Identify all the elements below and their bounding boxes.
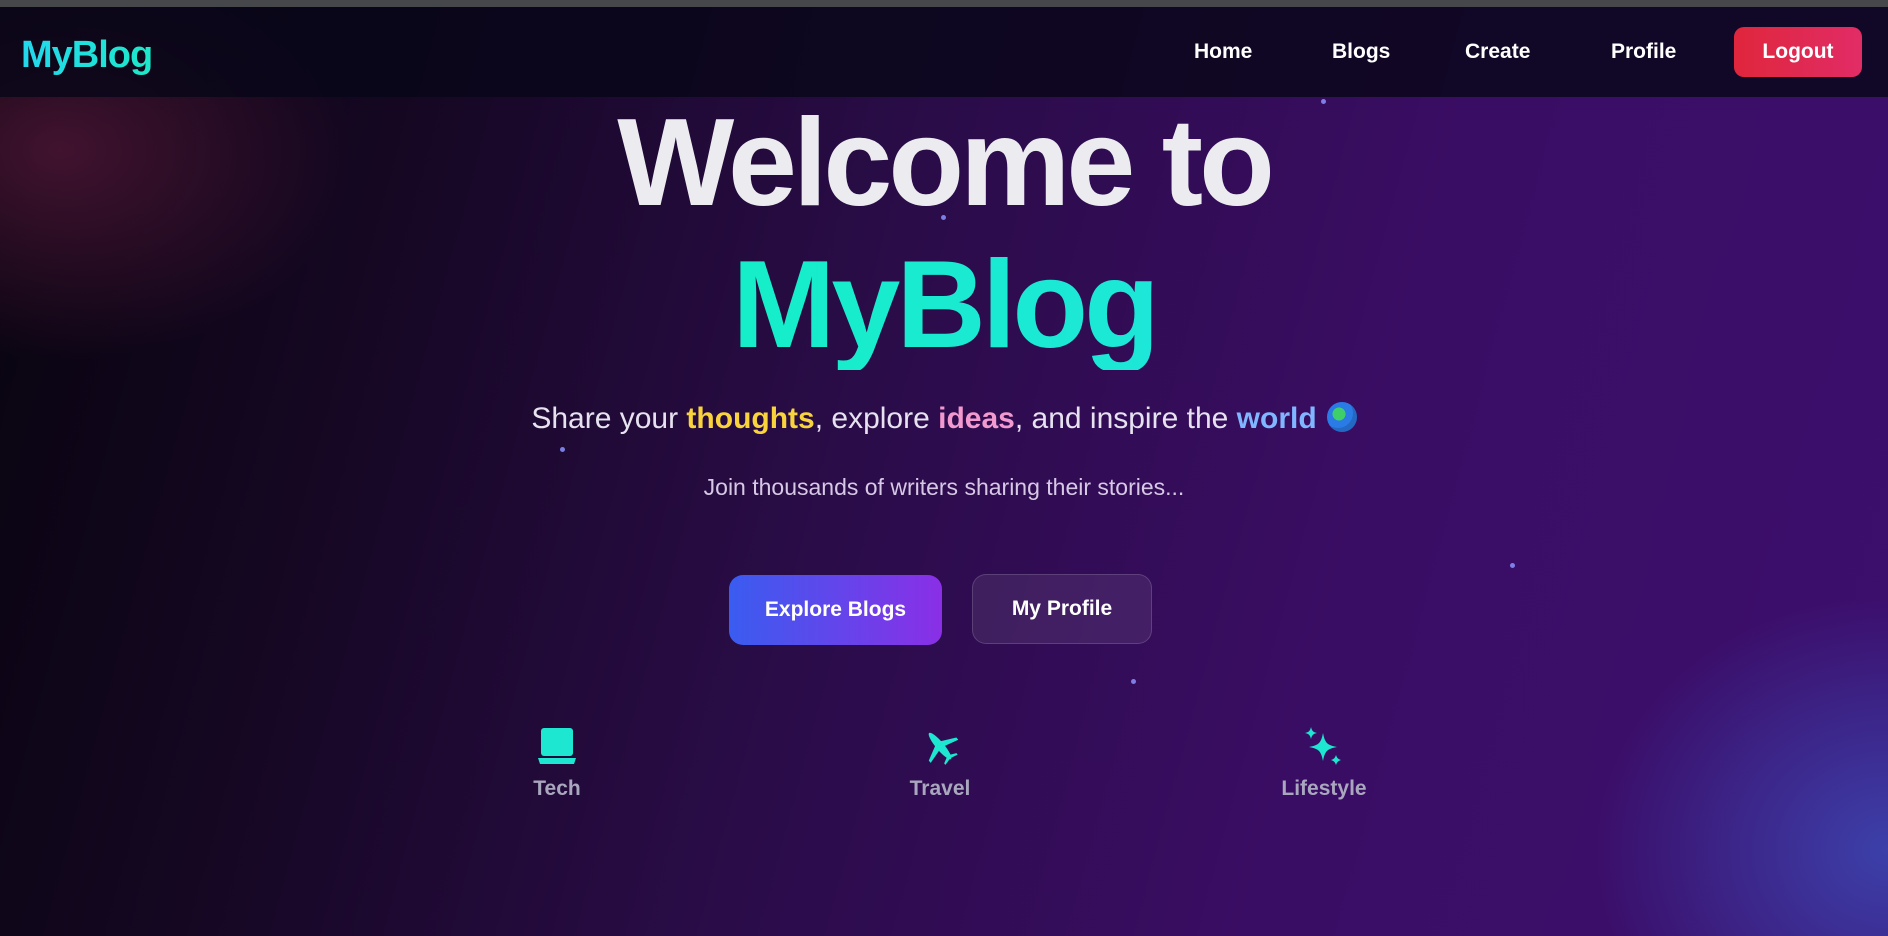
category-tech[interactable]: Tech <box>477 725 637 801</box>
hero-subtitle: Join thousands of writers sharing their … <box>703 474 1185 500</box>
window-top-strip <box>0 0 1888 7</box>
category-label: Travel <box>909 777 971 800</box>
category-label: Lifestyle <box>1281 777 1367 800</box>
nav-link-profile[interactable]: Profile <box>1611 40 1676 64</box>
my-profile-button[interactable]: My Profile <box>972 574 1152 644</box>
category-lifestyle[interactable]: Lifestyle <box>1244 725 1404 801</box>
particle-dot <box>560 447 565 452</box>
tagline-text: Share your <box>531 402 687 435</box>
sparkles-icon <box>1305 727 1341 765</box>
tagline-highlight-ideas: ideas <box>938 402 1015 435</box>
particle-dot <box>1131 679 1136 684</box>
hero-tagline: Share your thoughts, explore ideas, and … <box>0 402 1888 436</box>
nav-link-home[interactable]: Home <box>1194 40 1252 64</box>
category-travel[interactable]: Travel <box>860 725 1020 801</box>
tagline-highlight-thoughts: thoughts <box>686 402 815 435</box>
laptop-icon <box>538 728 576 764</box>
particle-dot <box>1510 563 1515 568</box>
hero-title-line1: Welcome to <box>617 94 1275 232</box>
nav-link-create[interactable]: Create <box>1465 40 1530 64</box>
explore-blogs-button[interactable]: Explore Blogs <box>729 575 942 645</box>
nav-link-blogs[interactable]: Blogs <box>1332 40 1390 64</box>
tagline-text: , explore <box>814 402 939 435</box>
logout-button[interactable]: Logout <box>1734 27 1862 77</box>
category-label: Tech <box>533 777 581 800</box>
hero-title-brand: MyBlog <box>732 236 1160 374</box>
navbar: MyBlog Home Blogs Create Profile Logout <box>0 7 1888 97</box>
tagline-highlight-world: world <box>1236 402 1317 435</box>
globe-icon <box>1326 402 1357 432</box>
tagline-text: , and inspire the <box>1014 402 1237 435</box>
brand-logo[interactable]: MyBlog <box>21 34 153 77</box>
airplane-icon <box>928 732 959 765</box>
